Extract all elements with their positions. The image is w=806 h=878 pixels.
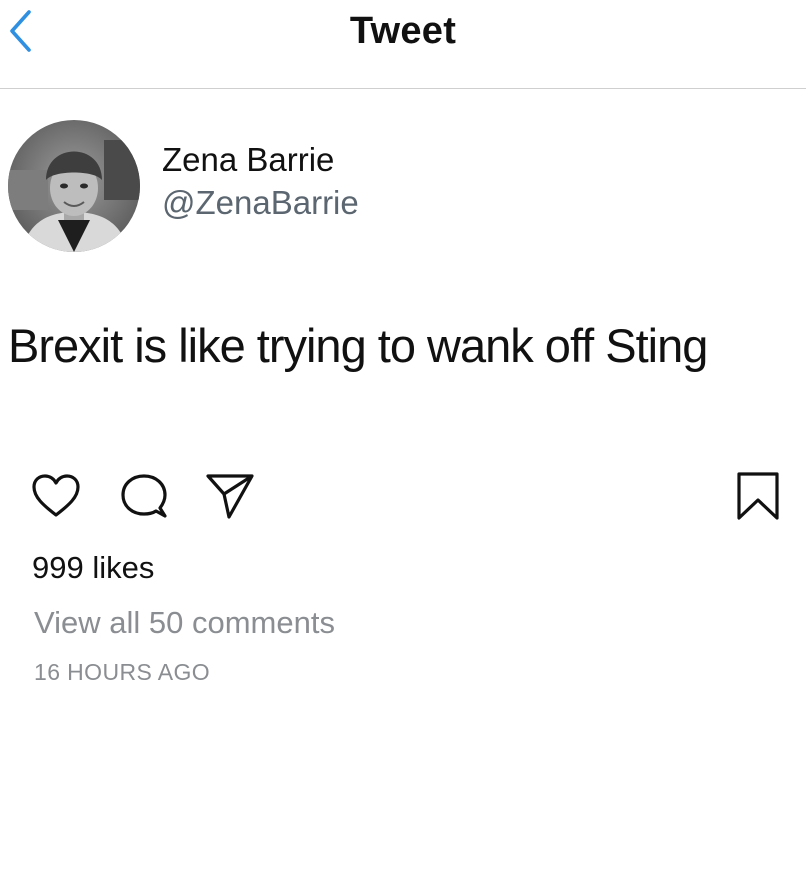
heart-icon: [31, 473, 81, 524]
tweet-author: Zena Barrie @ZenaBarrie: [8, 120, 359, 254]
bookmark-icon: [736, 471, 780, 526]
navigation-bar: Tweet: [0, 0, 806, 89]
share-button[interactable]: [202, 470, 258, 526]
avatar[interactable]: [8, 120, 140, 252]
like-button[interactable]: [28, 470, 84, 526]
bookmark-button[interactable]: [730, 470, 786, 526]
comment-button[interactable]: [116, 470, 172, 526]
tweet-text: Brexit is like trying to wank off Sting: [8, 319, 708, 372]
timestamp: 16 HOURS AGO: [34, 659, 211, 685]
author-handle[interactable]: @ZenaBarrie: [162, 180, 359, 226]
comment-bubble-icon: [120, 472, 168, 525]
author-names: Zena Barrie @ZenaBarrie: [162, 140, 359, 226]
page-title: Tweet: [349, 10, 457, 52]
author-display-name[interactable]: Zena Barrie: [162, 140, 359, 180]
action-bar: [0, 470, 806, 526]
likes-count[interactable]: 999 likes: [32, 550, 154, 586]
send-paper-plane-icon: [205, 472, 255, 525]
view-comments-link[interactable]: View all 50 comments: [34, 605, 335, 641]
